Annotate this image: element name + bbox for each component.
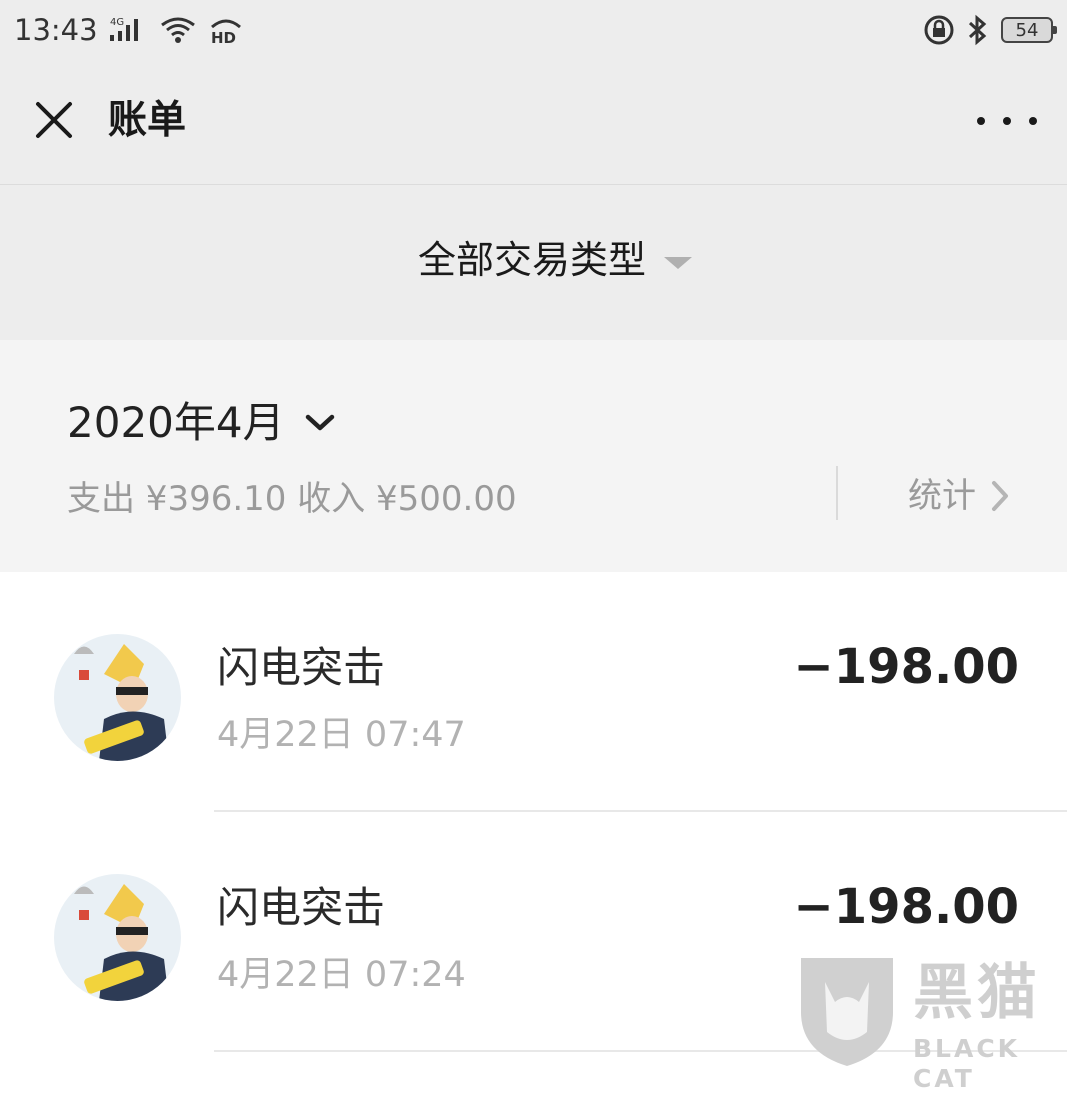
watermark: 黑猫 BLACK CAT bbox=[795, 952, 1065, 1093]
caret-down-icon bbox=[664, 257, 693, 269]
divider bbox=[836, 466, 838, 520]
bluetooth-icon bbox=[967, 14, 989, 46]
more-button[interactable] bbox=[977, 106, 1037, 136]
transaction-name: 闪电突击 bbox=[217, 883, 386, 932]
status-right: 54 bbox=[923, 14, 1057, 46]
transaction-time: 4月22日 07:47 bbox=[217, 715, 466, 755]
chevron-right-icon bbox=[992, 481, 1008, 511]
stats-label: 统计 bbox=[908, 476, 976, 516]
wifi-icon bbox=[158, 15, 198, 45]
more-dots-icon bbox=[977, 117, 985, 125]
status-left: 13:43 4G HD bbox=[14, 13, 244, 47]
nav-bar: 账单 bbox=[0, 60, 1067, 185]
month-section: 2020年4月 支出 ¥396.10 收入 ¥500.00 统计 bbox=[0, 340, 1067, 572]
month-summary: 支出 ¥396.10 收入 ¥500.00 bbox=[67, 479, 517, 519]
transaction-amount: −198.00 bbox=[793, 879, 1019, 935]
filter-label: 全部交易类型 bbox=[418, 238, 647, 282]
more-dots-icon bbox=[1029, 117, 1037, 125]
hd-icon: HD bbox=[208, 15, 244, 45]
signal-icon: 4G bbox=[108, 15, 148, 45]
transaction-amount: −198.00 bbox=[793, 639, 1019, 695]
avatar bbox=[54, 874, 181, 1001]
close-button[interactable] bbox=[30, 96, 78, 144]
transaction-type-filter[interactable]: 全部交易类型 bbox=[418, 235, 693, 285]
chevron-down-icon bbox=[305, 414, 334, 431]
transaction-name: 闪电突击 bbox=[217, 643, 386, 692]
network-label: 4G bbox=[110, 17, 124, 28]
close-icon bbox=[36, 102, 72, 138]
battery-icon: 54 bbox=[1001, 17, 1057, 43]
status-bar: 13:43 4G HD 54 bbox=[0, 0, 1067, 60]
status-time: 13:43 bbox=[14, 13, 98, 47]
transaction-time: 4月22日 07:24 bbox=[217, 955, 466, 995]
month-label: 2020年4月 bbox=[67, 398, 285, 447]
more-dots-icon bbox=[1003, 117, 1011, 125]
avatar bbox=[54, 634, 181, 761]
page-title: 账单 bbox=[108, 98, 187, 143]
watermark-subtext: BLACK CAT bbox=[913, 1034, 1021, 1093]
rotation-lock-icon bbox=[923, 14, 955, 46]
stats-link[interactable]: 统计 bbox=[908, 472, 1010, 520]
transaction-row[interactable]: 闪电突击 4月22日 07:47 −198.00 bbox=[0, 572, 1067, 812]
watermark-text: 黑猫 bbox=[913, 958, 1041, 1028]
hd-label: HD bbox=[211, 29, 236, 45]
month-selector[interactable]: 2020年4月 bbox=[67, 395, 337, 451]
filter-bar: 全部交易类型 bbox=[0, 185, 1067, 340]
cat-shield-icon bbox=[801, 958, 893, 1066]
